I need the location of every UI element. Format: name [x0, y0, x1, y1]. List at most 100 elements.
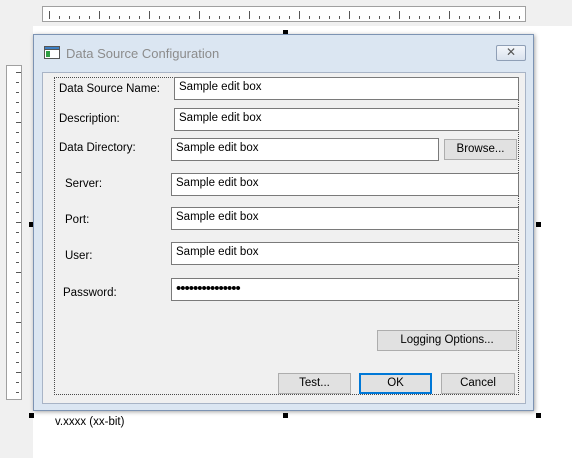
- ruler-tick: [16, 72, 21, 73]
- server-label: Server:: [65, 178, 103, 190]
- window-icon: [44, 46, 60, 59]
- ruler-tick: [409, 16, 410, 19]
- data-directory-label: Data Directory:: [59, 142, 136, 154]
- ruler-tick: [479, 16, 480, 19]
- ruler-tick: [16, 352, 19, 353]
- port-field[interactable]: Sample edit box: [171, 207, 519, 230]
- ruler-tick: [16, 92, 19, 93]
- ruler-tick: [179, 16, 180, 19]
- description-label: Description:: [59, 113, 120, 125]
- ruler-tick: [16, 262, 19, 263]
- ruler-tick: [469, 16, 470, 19]
- ruler-tick: [49, 11, 50, 19]
- ruler-tick: [299, 11, 300, 19]
- password-field[interactable]: •••••••••••••••: [171, 278, 519, 301]
- ruler-tick: [429, 16, 430, 19]
- resize-handle-right[interactable]: [536, 222, 541, 227]
- close-icon: ✕: [505, 45, 517, 59]
- data-source-dialog: Data Source Configuration ✕ Data Source …: [33, 34, 534, 428]
- ruler-tick: [79, 16, 80, 19]
- ruler-tick: [16, 332, 19, 333]
- ruler-tick: [239, 16, 240, 19]
- ruler-tick: [319, 16, 320, 19]
- ruler-tick: [16, 252, 19, 253]
- ruler-tick: [379, 16, 380, 19]
- ruler-tick: [16, 322, 21, 323]
- close-button[interactable]: ✕: [496, 45, 526, 61]
- ruler-tick: [16, 202, 19, 203]
- ruler-tick: [16, 382, 19, 383]
- horizontal-ruler: [42, 6, 526, 22]
- ruler-tick: [16, 182, 19, 183]
- ruler-tick: [16, 212, 19, 213]
- ruler-tick: [16, 142, 19, 143]
- ruler-tick: [69, 16, 70, 19]
- ruler-tick: [219, 16, 220, 19]
- ruler-tick: [359, 16, 360, 19]
- cancel-button[interactable]: Cancel: [441, 373, 515, 394]
- ruler-tick: [16, 152, 19, 153]
- ruler-tick: [419, 16, 420, 19]
- ruler-tick: [139, 16, 140, 19]
- ruler-tick: [16, 312, 19, 313]
- ruler-tick: [339, 16, 340, 19]
- ok-button[interactable]: OK: [359, 373, 432, 394]
- ruler-tick: [209, 16, 210, 19]
- resize-handle-bottom-right[interactable]: [536, 413, 541, 418]
- ruler-tick: [16, 102, 19, 103]
- ruler-tick: [349, 11, 350, 19]
- test-button[interactable]: Test...: [278, 373, 351, 394]
- ruler-tick: [519, 16, 520, 19]
- ruler-tick: [149, 11, 150, 19]
- ruler-tick: [459, 16, 460, 19]
- ruler-tick: [16, 372, 21, 373]
- dialog-titlebar[interactable]: Data Source Configuration ✕: [34, 35, 533, 71]
- ruler-tick: [16, 122, 21, 123]
- ruler-tick: [119, 16, 120, 19]
- ruler-tick: [249, 11, 250, 19]
- ruler-tick: [159, 16, 160, 19]
- ruler-tick: [16, 222, 21, 223]
- ruler-tick: [289, 16, 290, 19]
- logging-options-button[interactable]: Logging Options...: [377, 330, 517, 351]
- user-field[interactable]: Sample edit box: [171, 242, 519, 265]
- ruler-tick: [16, 282, 19, 283]
- ruler-tick: [199, 11, 200, 19]
- ruler-tick: [439, 16, 440, 19]
- server-field[interactable]: Sample edit box: [171, 173, 519, 196]
- browse-button[interactable]: Browse...: [444, 139, 517, 160]
- ruler-tick: [279, 16, 280, 19]
- data-source-name-field[interactable]: Sample edit box: [174, 77, 519, 100]
- resize-handle-bottom[interactable]: [283, 413, 288, 418]
- data-directory-field[interactable]: Sample edit box: [171, 138, 439, 161]
- data-source-name-label: Data Source Name:: [59, 83, 160, 95]
- ruler-tick: [16, 292, 19, 293]
- ruler-tick: [229, 16, 230, 19]
- ruler-tick: [489, 16, 490, 19]
- ruler-tick: [309, 16, 310, 19]
- version-label: v.xxxx (xx-bit): [55, 416, 125, 428]
- ruler-tick: [16, 132, 19, 133]
- ruler-tick: [369, 16, 370, 19]
- ruler-tick: [259, 16, 260, 19]
- resize-handle-bottom-left[interactable]: [29, 413, 34, 418]
- ruler-tick: [499, 11, 500, 19]
- ruler-tick: [89, 16, 90, 19]
- ruler-tick: [509, 16, 510, 19]
- vertical-ruler: [6, 65, 22, 400]
- ruler-tick: [16, 232, 19, 233]
- ruler-tick: [16, 392, 19, 393]
- ruler-tick: [399, 11, 400, 19]
- ruler-tick: [16, 192, 19, 193]
- ruler-tick: [189, 16, 190, 19]
- ruler-tick: [59, 16, 60, 19]
- ruler-tick: [109, 16, 110, 19]
- ruler-tick: [449, 11, 450, 19]
- dialog-title: Data Source Configuration: [66, 46, 220, 61]
- ruler-tick: [169, 16, 170, 19]
- port-label: Port:: [65, 214, 90, 226]
- ruler-tick: [16, 342, 19, 343]
- ruler-tick: [16, 112, 19, 113]
- description-field[interactable]: Sample edit box: [174, 108, 519, 131]
- ruler-tick: [16, 272, 21, 273]
